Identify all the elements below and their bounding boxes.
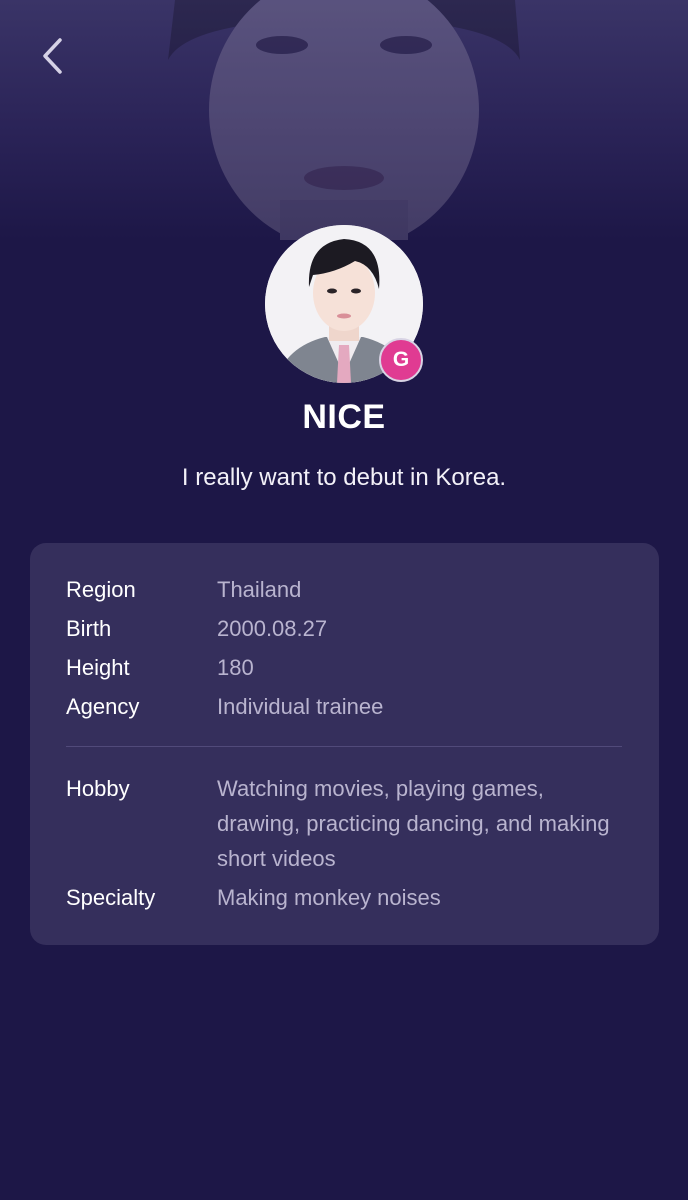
back-button[interactable] <box>30 34 74 78</box>
hobby-label: Hobby <box>66 776 130 801</box>
hero-face-silhouette <box>168 0 520 240</box>
grade-badge-letter: G <box>392 348 410 371</box>
region-value: Thailand <box>217 577 302 602</box>
avatar-container: G <box>265 225 423 383</box>
chevron-left-icon <box>43 38 62 74</box>
agency-label: Agency <box>66 694 140 719</box>
specialty-value: Making monkey noises <box>217 885 441 910</box>
height-label: Height <box>66 655 130 680</box>
height-value: 180 <box>217 655 254 680</box>
birth-label: Birth <box>66 616 112 641</box>
info-card: Region Thailand Birth 2000.08.27 Height … <box>30 543 659 945</box>
hobby-value: Watching movies, playing games, drawing,… <box>217 776 610 871</box>
info-divider <box>66 746 622 747</box>
birth-value: 2000.08.27 <box>217 616 328 641</box>
region-label: Region <box>66 577 136 602</box>
agency-value: Individual trainee <box>217 694 384 719</box>
specialty-label: Specialty <box>66 885 156 910</box>
grade-badge: G <box>379 338 423 382</box>
hero-background-image <box>0 0 688 240</box>
profile-screen: G NICE I really want to debut in Korea. … <box>0 0 688 1200</box>
trainee-intro: I really want to debut in Korea. <box>181 464 507 491</box>
trainee-name: NICE <box>302 398 386 436</box>
